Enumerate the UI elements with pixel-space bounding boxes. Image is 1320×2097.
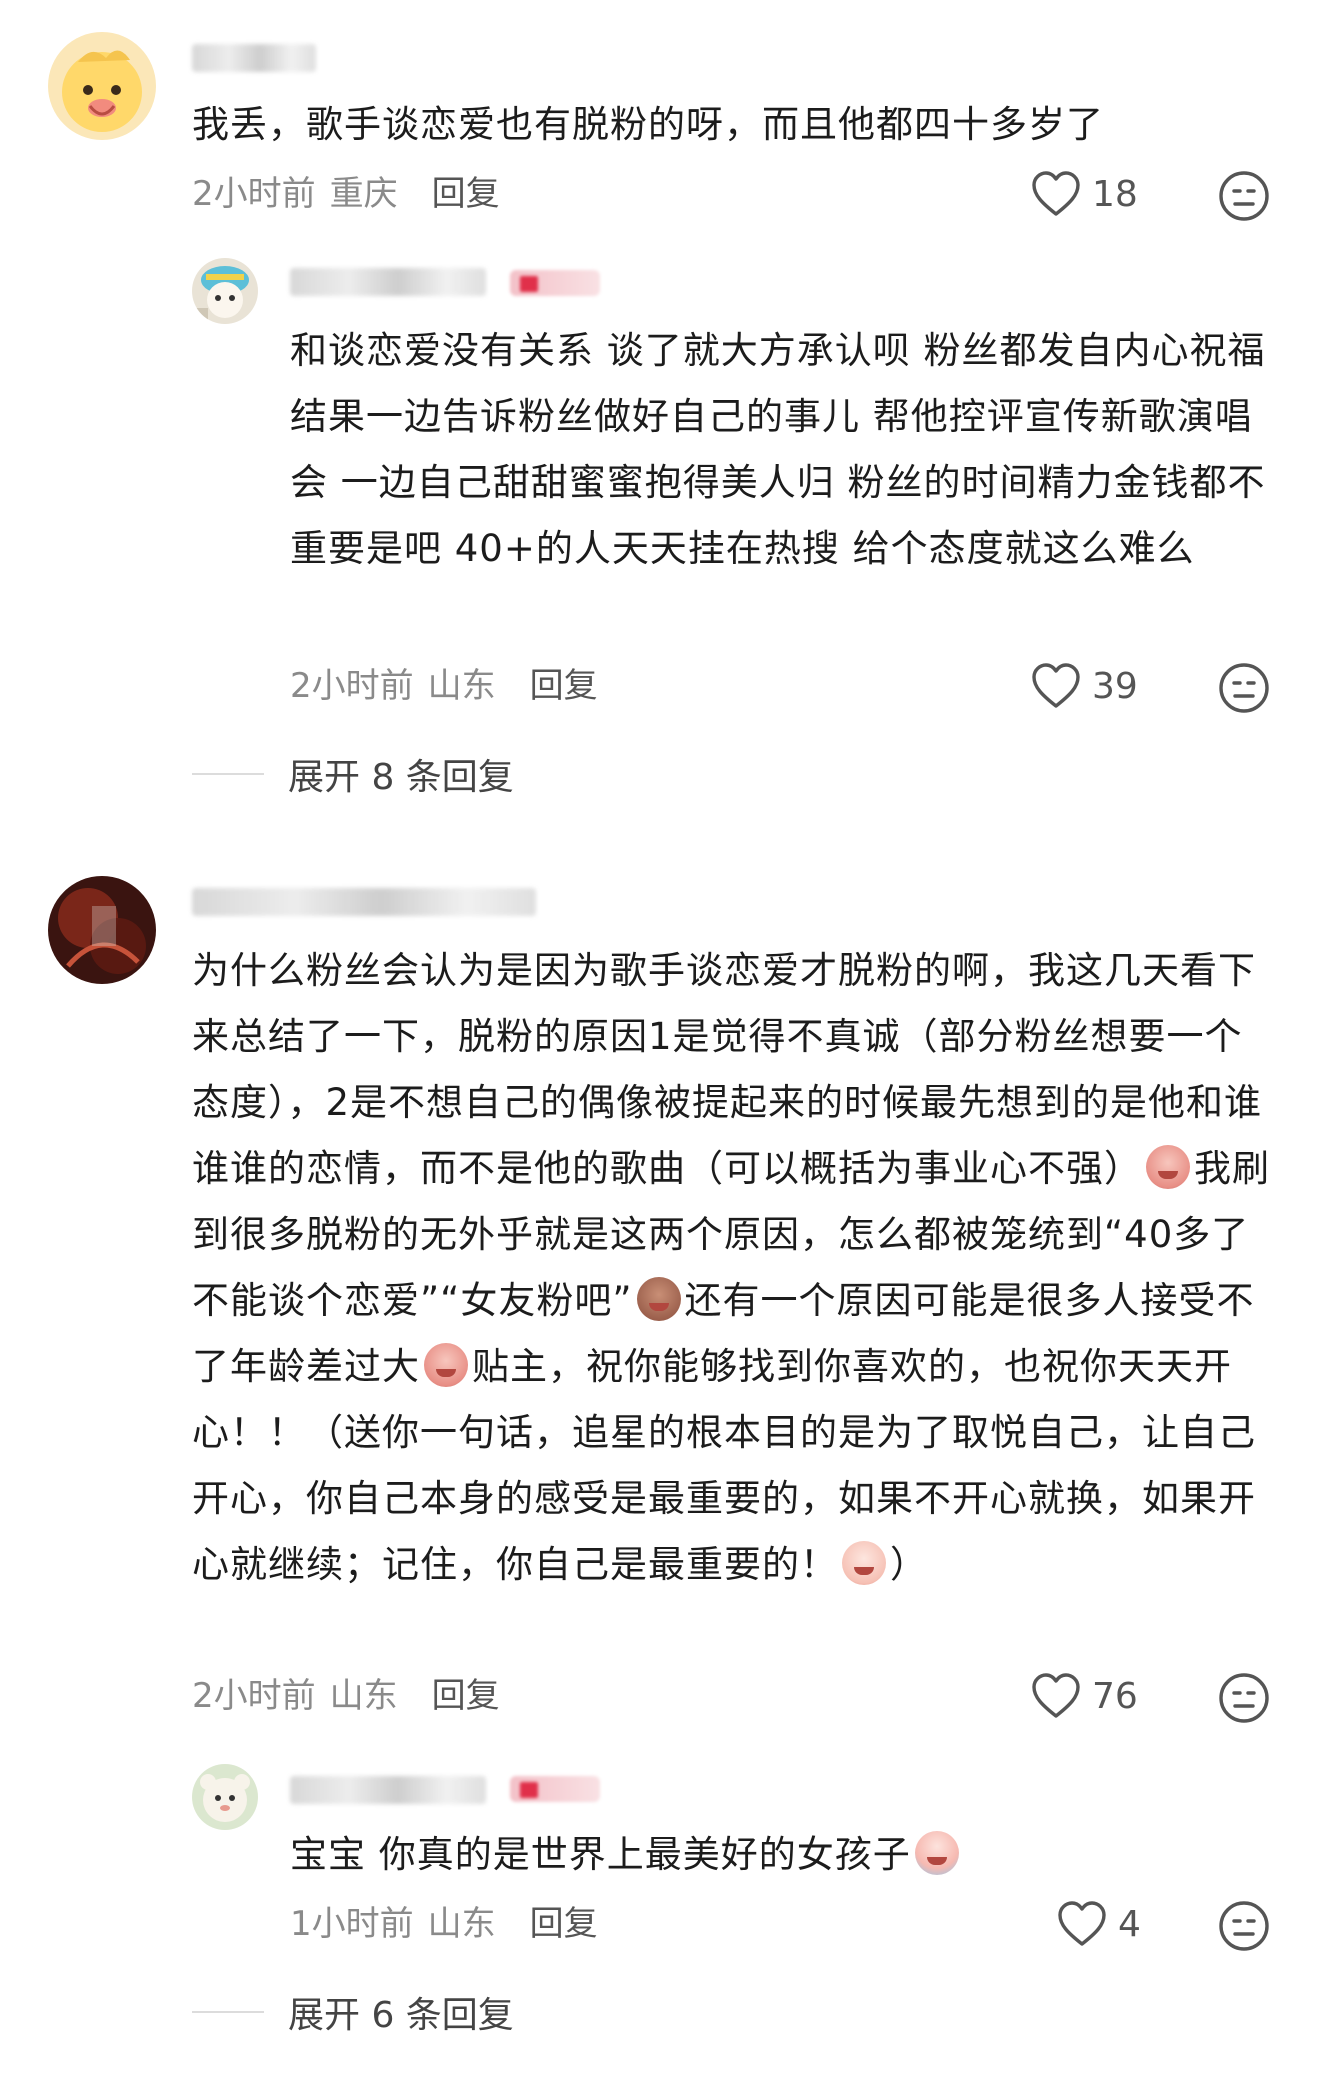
expand-replies-button[interactable]: 展开 6 条回复 xyxy=(192,1986,514,2038)
expand-replies-label: 展开 6 条回复 xyxy=(288,1995,514,2036)
dislike-button[interactable] xyxy=(1218,662,1270,714)
heart-icon xyxy=(1032,1673,1080,1718)
like-count: 4 xyxy=(1118,1903,1141,1945)
comment-text-part: ） xyxy=(890,1543,928,1586)
heart-icon xyxy=(1032,663,1080,708)
reply-button[interactable]: 回复 xyxy=(432,1676,500,1716)
reply-text-part: 宝宝 你真的是世界上最美好的女孩子 xyxy=(290,1833,911,1876)
comment-text-part: 为什么粉丝会认为是因为歌手谈恋爱才脱粉的啊，我这几天看下来总结了一下，脱粉的原因… xyxy=(192,949,1263,1190)
comment-location: 重庆 xyxy=(329,174,398,214)
replier-username[interactable] xyxy=(290,1776,486,1804)
reply-time: 1小时前 xyxy=(290,1904,414,1944)
fan-badge xyxy=(510,270,600,296)
replier-avatar[interactable] xyxy=(192,1764,258,1830)
reply-text: 和谈恋爱没有关系 谈了就大方承认呗 粉丝都发自内心祝福 结果一边告诉粉丝做好自己… xyxy=(290,329,1279,570)
crying-face-emoji-icon xyxy=(914,1831,959,1875)
angry-face-emoji-icon xyxy=(636,1277,681,1321)
commenter-avatar[interactable] xyxy=(48,32,156,140)
like-button[interactable]: 76 xyxy=(1030,1672,1138,1720)
reply-button[interactable]: 回复 xyxy=(530,1904,598,1944)
commenter-username[interactable] xyxy=(192,888,536,916)
expand-replies-label: 展开 8 条回复 xyxy=(288,757,514,798)
replier-username[interactable] xyxy=(290,268,486,296)
reply-meta: 1小时前 山东 回复 xyxy=(290,1904,598,1944)
reply-location: 山东 xyxy=(427,1904,496,1944)
comment-time: 2小时前 xyxy=(192,174,316,214)
comment-location: 山东 xyxy=(329,1676,398,1716)
unhappy-face-icon xyxy=(1219,1673,1269,1723)
unhappy-face-icon xyxy=(1219,1901,1269,1951)
reply-button[interactable]: 回复 xyxy=(530,666,598,706)
like-button[interactable]: 39 xyxy=(1030,662,1138,710)
unhappy-face-icon xyxy=(1219,663,1269,713)
divider-line xyxy=(192,773,264,775)
commenter-avatar[interactable] xyxy=(48,876,156,984)
sad-face-emoji-icon xyxy=(1146,1145,1190,1189)
reply-meta: 2小时前 山东 回复 xyxy=(290,666,598,706)
fan-badge xyxy=(510,1776,600,1802)
heart-icon xyxy=(1032,171,1080,216)
like-count: 76 xyxy=(1092,1675,1138,1717)
comment-meta: 2小时前 山东 回复 xyxy=(192,1676,500,1716)
like-button[interactable]: 4 xyxy=(1056,1900,1141,1948)
reply-text: 宝宝 你真的是世界上最美好的女孩子 xyxy=(290,1822,1280,1888)
dislike-button[interactable] xyxy=(1218,1672,1270,1724)
dislike-button[interactable] xyxy=(1218,170,1270,222)
replier-avatar[interactable] xyxy=(192,258,258,324)
reply-location: 山东 xyxy=(427,666,496,706)
dislike-button[interactable] xyxy=(1218,1900,1270,1952)
blowing-kiss-emoji-icon xyxy=(842,1541,886,1585)
comment-text: 为什么粉丝会认为是因为歌手谈恋爱才脱粉的啊，我这几天看下来总结了一下，脱粉的原因… xyxy=(192,938,1278,1598)
like-count: 18 xyxy=(1092,173,1138,215)
comment-meta: 2小时前 重庆 回复 xyxy=(192,174,500,214)
sad-face-emoji-icon xyxy=(424,1343,468,1387)
reply-time: 2小时前 xyxy=(290,666,414,706)
comment-text: 我丢，歌手谈恋爱也有脱粉的呀，而且他都四十多岁了 xyxy=(192,103,1104,146)
commenter-username[interactable] xyxy=(192,44,316,72)
heart-icon xyxy=(1058,1901,1106,1946)
divider-line xyxy=(192,2011,264,2013)
reply-button[interactable]: 回复 xyxy=(432,174,500,214)
unhappy-face-icon xyxy=(1219,171,1269,221)
comment-time: 2小时前 xyxy=(192,1676,316,1716)
like-button[interactable]: 18 xyxy=(1030,170,1138,218)
expand-replies-button[interactable]: 展开 8 条回复 xyxy=(192,748,514,800)
like-count: 39 xyxy=(1092,665,1138,707)
